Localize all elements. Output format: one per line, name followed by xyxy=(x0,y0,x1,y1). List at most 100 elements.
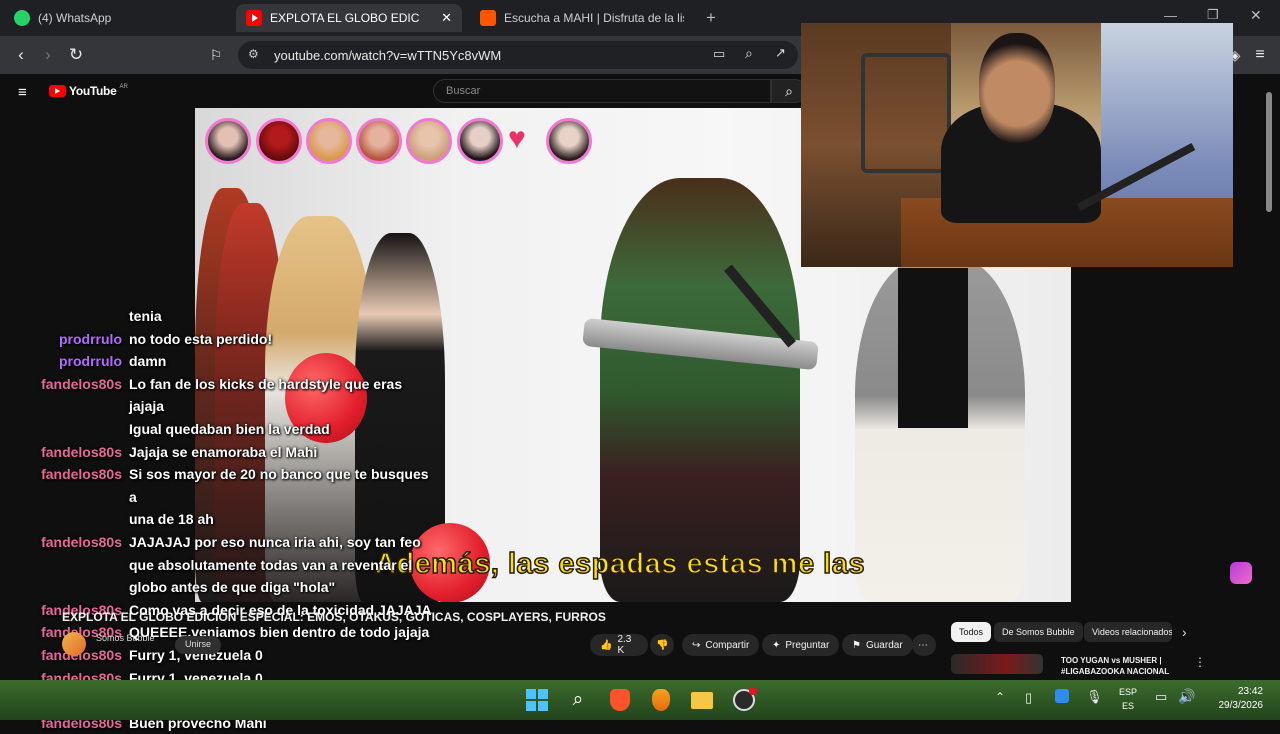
contestant-avatar xyxy=(406,118,452,164)
tab-soundcloud[interactable]: Escucha a MAHI | Disfruta de la lista xyxy=(470,4,696,32)
bookmark-icon[interactable]: ⚐ xyxy=(205,44,227,66)
page-scrollbar[interactable] xyxy=(1266,92,1272,212)
forward-icon[interactable]: › xyxy=(37,44,59,66)
clock-time: 23:42 xyxy=(1237,686,1263,697)
microphone-icon[interactable]: 🎙 xyxy=(1086,689,1103,705)
ask-button[interactable]: ✦ Preguntar xyxy=(762,634,840,656)
app-tray-icon[interactable] xyxy=(1055,689,1069,703)
thumbs-up-icon: 👍 xyxy=(600,639,613,651)
share-page-icon[interactable]: ↗ xyxy=(775,45,786,61)
search-icon: ⌕ xyxy=(785,82,793,99)
obs-studio-icon[interactable] xyxy=(730,686,758,714)
fl-studio-icon[interactable] xyxy=(647,686,675,714)
sparkle-icon: ✦ xyxy=(772,639,781,651)
contestant-avatar xyxy=(356,118,402,164)
chat-text: una de 18 ah xyxy=(129,511,214,528)
dislike-button[interactable]: 👎 xyxy=(650,634,674,656)
soundcloud-icon xyxy=(480,10,496,26)
bookmark-save-icon: ⚑ xyxy=(852,639,861,651)
host-shirt xyxy=(898,268,968,428)
search-placeholder: Buscar xyxy=(446,85,481,97)
chat-overlay: tenia prodrrulo no todo esta perdido! prodr… xyxy=(0,305,440,734)
chat-username: fandelos80s xyxy=(41,533,122,550)
cosplayer-figure xyxy=(600,178,800,602)
chevron-right-icon[interactable]: › xyxy=(1182,624,1187,640)
ask-label: Preguntar xyxy=(785,639,830,651)
back-icon[interactable]: ‹ xyxy=(10,44,32,66)
channel-avatar[interactable] xyxy=(62,632,86,656)
contestant-avatar xyxy=(256,118,302,164)
brave-browser-icon[interactable] xyxy=(606,686,634,714)
like-button[interactable]: 👍 2.3 K xyxy=(590,634,648,656)
windows-taskbar: ⌕ ⌃ ▯ 🎙 ESP ES ▭ 🔊 23:42 29/3/2026 xyxy=(0,680,1280,720)
like-count: 2.3 K xyxy=(617,634,632,656)
chat-username xyxy=(0,418,129,441)
chip-channel[interactable]: De Somos Bubble xyxy=(994,622,1083,642)
volume-icon[interactable]: 🔊 xyxy=(1178,688,1195,705)
contestant-avatar xyxy=(457,118,503,164)
tab-youtube[interactable]: EXPLOTA EL GLOBO EDICION ✕ xyxy=(236,4,462,32)
tab-whatsapp[interactable]: (4) WhatsApp xyxy=(4,4,232,32)
chat-message: tenia xyxy=(0,305,440,328)
related-title[interactable]: TOO YUGAN vs MUSHER | #LIGABAZOOKA NACIO… xyxy=(1061,655,1171,674)
chip-todos[interactable]: Todos xyxy=(951,622,992,642)
cast-icon[interactable]: ▭ xyxy=(713,46,725,62)
join-button[interactable]: Unirse xyxy=(175,636,222,654)
tab-label: EXPLOTA EL GLOBO EDICION xyxy=(270,11,420,25)
reload-icon[interactable]: ↻ xyxy=(65,44,87,66)
more-vert-icon[interactable]: ⋮ xyxy=(1194,655,1206,669)
share-button[interactable]: ↪ Compartir xyxy=(682,634,760,656)
contestant-avatar xyxy=(306,118,352,164)
webcam-overlay xyxy=(801,23,1233,267)
file-explorer-icon[interactable] xyxy=(688,686,716,714)
language-indicator[interactable]: ESP ES xyxy=(1119,685,1137,713)
chat-message: fandelos80s Jajaja se enamoraba el Mahi xyxy=(0,441,440,464)
related-title-line: #LIGABAZOOKA NACIONAL xyxy=(1061,667,1170,674)
save-button[interactable]: ⚑ Guardar xyxy=(842,634,913,656)
channel-name[interactable]: Somos Bubble xyxy=(96,633,155,643)
chat-text: que absolutamente todas van a reventar e… xyxy=(129,556,413,573)
extension-icon[interactable] xyxy=(1230,562,1252,584)
network-icon[interactable]: ▭ xyxy=(1155,689,1167,705)
chat-message: fandelos80s Si sos mayor de 20 no banco q… xyxy=(0,463,440,508)
site-info-icon[interactable]: ⚙ xyxy=(248,47,259,61)
address-bar[interactable]: ⚙ youtube.com/watch?v=wTTN5Yc8vWM ▭ ⌕ ↗ xyxy=(238,41,798,69)
search-taskbar-icon[interactable]: ⌕ xyxy=(564,686,592,714)
search-input[interactable]: Buscar xyxy=(433,79,771,103)
chat-text: damn xyxy=(129,353,167,370)
windows-start-icon[interactable] xyxy=(523,686,551,714)
youtube-icon xyxy=(246,10,262,26)
close-icon[interactable]: ✕ xyxy=(441,10,452,26)
chat-message: una de 18 ah xyxy=(0,508,440,531)
usb-icon[interactable]: ▯ xyxy=(1025,690,1032,706)
minimize-icon[interactable]: — xyxy=(1164,8,1177,23)
clock[interactable]: 23:42 29/3/2026 xyxy=(1205,685,1264,713)
youtube-logo[interactable]: YouTube AR xyxy=(49,84,128,98)
related-thumbnail[interactable] xyxy=(951,654,1043,674)
chat-message: Igual quedaban bien la verdad xyxy=(0,418,440,441)
video-title: EXPLOTA EL GLOBO EDICION ESPECIAL: EMOS,… xyxy=(62,610,606,624)
chip-related[interactable]: Videos relacionados xyxy=(1084,622,1172,642)
lang-primary: ESP xyxy=(1119,687,1138,697)
share-icon: ↪ xyxy=(692,639,701,651)
restore-icon[interactable]: ❐ xyxy=(1207,7,1219,23)
menu-icon[interactable]: ≡ xyxy=(1249,44,1271,66)
more-actions-button[interactable]: ⋯ xyxy=(912,634,936,656)
chat-text: Si sos mayor de 20 no banco que te busqu… xyxy=(129,466,429,505)
window-close-icon[interactable]: ✕ xyxy=(1250,7,1262,24)
chat-text: Igual quedaban bien la verdad xyxy=(129,420,330,437)
zoom-icon[interactable]: ⌕ xyxy=(745,45,753,62)
hamburger-icon[interactable]: ≡ xyxy=(18,84,27,101)
whatsapp-icon xyxy=(14,10,30,26)
tray-chevron-icon[interactable]: ⌃ xyxy=(995,690,1005,704)
chat-message: prodrrulo no todo esta perdido! xyxy=(0,328,440,351)
chat-username: fandelos80s xyxy=(41,443,122,460)
new-tab-icon[interactable]: + xyxy=(706,8,716,28)
heart-icon: ♥ xyxy=(508,122,526,155)
chat-text: no todo esta perdido! xyxy=(129,330,273,347)
chat-message: globo antes de que diga "hola" xyxy=(0,576,440,599)
chat-username: fandelos80s xyxy=(41,466,122,483)
chat-username xyxy=(0,554,129,577)
clock-date: 29/3/2026 xyxy=(1218,700,1264,711)
share-label: Compartir xyxy=(705,639,750,651)
